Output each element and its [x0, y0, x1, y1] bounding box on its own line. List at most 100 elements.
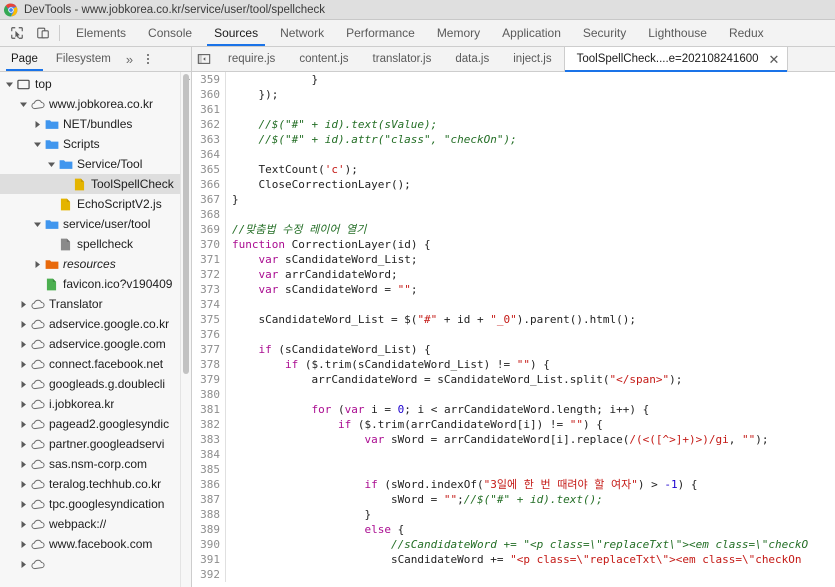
- chevron-right-icon[interactable]: [18, 300, 29, 308]
- line-number[interactable]: 383: [192, 432, 220, 447]
- source-code-viewer[interactable]: 359 360 361 362 363 364 365 366 367 368 369 370 371 3…: [192, 72, 835, 587]
- tree-item-connect-facebook-net[interactable]: connect.facebook.net: [0, 354, 191, 374]
- line-number[interactable]: 368: [192, 207, 220, 222]
- line-number[interactable]: 375: [192, 312, 220, 327]
- line-number[interactable]: 384: [192, 447, 220, 462]
- line-number[interactable]: 388: [192, 507, 220, 522]
- line-number[interactable]: 373: [192, 282, 220, 297]
- line-number[interactable]: 382: [192, 417, 220, 432]
- line-number[interactable]: 390: [192, 537, 220, 552]
- line-number[interactable]: 385: [192, 462, 220, 477]
- line-number[interactable]: 392: [192, 567, 220, 582]
- line-number[interactable]: 361: [192, 102, 220, 117]
- line-number[interactable]: 380: [192, 387, 220, 402]
- device-toggle-icon[interactable]: [30, 20, 56, 46]
- tree-item-net-bundles[interactable]: NET/bundles: [0, 114, 191, 134]
- tab-memory[interactable]: Memory: [426, 20, 491, 46]
- line-number[interactable]: 362: [192, 117, 220, 132]
- line-number[interactable]: 391: [192, 552, 220, 567]
- tree-item-spellcheck[interactable]: spellcheck: [0, 234, 191, 254]
- line-number[interactable]: 371: [192, 252, 220, 267]
- tree-item-service-user-tool[interactable]: service/user/tool: [0, 214, 191, 234]
- line-number[interactable]: 381: [192, 402, 220, 417]
- tab-lighthouse[interactable]: Lighthouse: [637, 20, 718, 46]
- tree-item-scripts[interactable]: Scripts: [0, 134, 191, 154]
- line-number[interactable]: 387: [192, 492, 220, 507]
- chevron-right-icon[interactable]: [18, 440, 29, 448]
- show-navigator-icon[interactable]: [192, 47, 216, 71]
- code-content[interactable]: } }); //$("#" + id).text(sValue); //$("#…: [226, 72, 835, 582]
- chevron-right-icon[interactable]: [18, 540, 29, 548]
- line-number[interactable]: 374: [192, 297, 220, 312]
- editor-tab-toolspellcheck[interactable]: ToolSpellCheck....e=202108241600 ✕: [563, 47, 789, 72]
- tree-item-googleads-g-doublecli[interactable]: googleads.g.doublecli: [0, 374, 191, 394]
- tree-item[interactable]: [0, 554, 191, 574]
- tab-security[interactable]: Security: [572, 20, 637, 46]
- editor-tab-data-js[interactable]: data.js: [443, 47, 501, 71]
- chevron-down-icon[interactable]: [32, 221, 43, 228]
- line-number[interactable]: 389: [192, 522, 220, 537]
- navigator-scrollbar[interactable]: [180, 72, 191, 587]
- tab-elements[interactable]: Elements: [65, 20, 137, 46]
- more-tabs-icon[interactable]: »: [120, 47, 139, 71]
- tree-item-echoscriptv2-js[interactable]: EchoScriptV2.js: [0, 194, 191, 214]
- tab-application[interactable]: Application: [491, 20, 572, 46]
- chevron-right-icon[interactable]: [32, 120, 43, 128]
- editor-tab-translator-js[interactable]: translator.js: [361, 47, 444, 71]
- tree-item-i-jobkorea-kr[interactable]: i.jobkorea.kr: [0, 394, 191, 414]
- chevron-right-icon[interactable]: [18, 360, 29, 368]
- tree-item-favicon-ico-v190409[interactable]: favicon.ico?v190409: [0, 274, 191, 294]
- line-number[interactable]: 378: [192, 357, 220, 372]
- chevron-right-icon[interactable]: [18, 400, 29, 408]
- line-number[interactable]: 370: [192, 237, 220, 252]
- tree-item-service-tool[interactable]: Service/Tool: [0, 154, 191, 174]
- inspect-element-icon[interactable]: [4, 20, 30, 46]
- chevron-right-icon[interactable]: [18, 500, 29, 508]
- line-number[interactable]: 360: [192, 87, 220, 102]
- tree-item-adservice-google-com[interactable]: adservice.google.com: [0, 334, 191, 354]
- line-number[interactable]: 372: [192, 267, 220, 282]
- chevron-right-icon[interactable]: [18, 460, 29, 468]
- tree-item-resources[interactable]: resources: [0, 254, 191, 274]
- tree-item-tpc-googlesyndication[interactable]: tpc.googlesyndication: [0, 494, 191, 514]
- chevron-down-icon[interactable]: [18, 101, 29, 108]
- line-number[interactable]: 365: [192, 162, 220, 177]
- nav-tab-filesystem[interactable]: Filesystem: [47, 47, 120, 71]
- close-tab-icon[interactable]: ✕: [767, 53, 782, 66]
- line-number[interactable]: 386: [192, 477, 220, 492]
- tree-item-toolspellcheck[interactable]: ToolSpellCheck: [0, 174, 191, 194]
- tree-item-partner-googleadservi[interactable]: partner.googleadservi: [0, 434, 191, 454]
- editor-tab-content-js[interactable]: content.js: [287, 47, 360, 71]
- line-number[interactable]: 369: [192, 222, 220, 237]
- chevron-down-icon[interactable]: [46, 161, 57, 168]
- tree-item-translator[interactable]: Translator: [0, 294, 191, 314]
- tree-item-www-facebook-com[interactable]: www.facebook.com: [0, 534, 191, 554]
- tab-network[interactable]: Network: [269, 20, 335, 46]
- line-number[interactable]: 366: [192, 177, 220, 192]
- line-number[interactable]: 377: [192, 342, 220, 357]
- chevron-right-icon[interactable]: [18, 520, 29, 528]
- scrollbar-thumb[interactable]: [183, 74, 189, 374]
- chevron-right-icon[interactable]: [18, 340, 29, 348]
- tab-console[interactable]: Console: [137, 20, 203, 46]
- tree-item-adservice-google-co-kr[interactable]: adservice.google.co.kr: [0, 314, 191, 334]
- chevron-down-icon[interactable]: [4, 81, 15, 88]
- editor-tab-require-js[interactable]: require.js: [216, 47, 287, 71]
- line-number[interactable]: 363: [192, 132, 220, 147]
- line-number[interactable]: 376: [192, 327, 220, 342]
- line-number[interactable]: 359: [192, 72, 220, 87]
- chevron-right-icon[interactable]: [32, 260, 43, 268]
- tree-item-sas-nsm-corp-com[interactable]: sas.nsm-corp.com: [0, 454, 191, 474]
- chevron-right-icon[interactable]: [18, 560, 29, 568]
- tree-item-www-jobkorea-co-kr[interactable]: www.jobkorea.co.kr: [0, 94, 191, 114]
- nav-tab-page[interactable]: Page: [2, 47, 47, 71]
- tab-redux[interactable]: Redux: [718, 20, 775, 46]
- line-number[interactable]: 367: [192, 192, 220, 207]
- chevron-right-icon[interactable]: [18, 480, 29, 488]
- editor-tab-inject-js[interactable]: inject.js: [501, 47, 563, 71]
- tree-item-pagead2-googlesyndic[interactable]: pagead2.googlesyndic: [0, 414, 191, 434]
- chevron-right-icon[interactable]: [18, 420, 29, 428]
- tab-sources[interactable]: Sources: [203, 20, 269, 46]
- line-number[interactable]: 379: [192, 372, 220, 387]
- line-number[interactable]: 364: [192, 147, 220, 162]
